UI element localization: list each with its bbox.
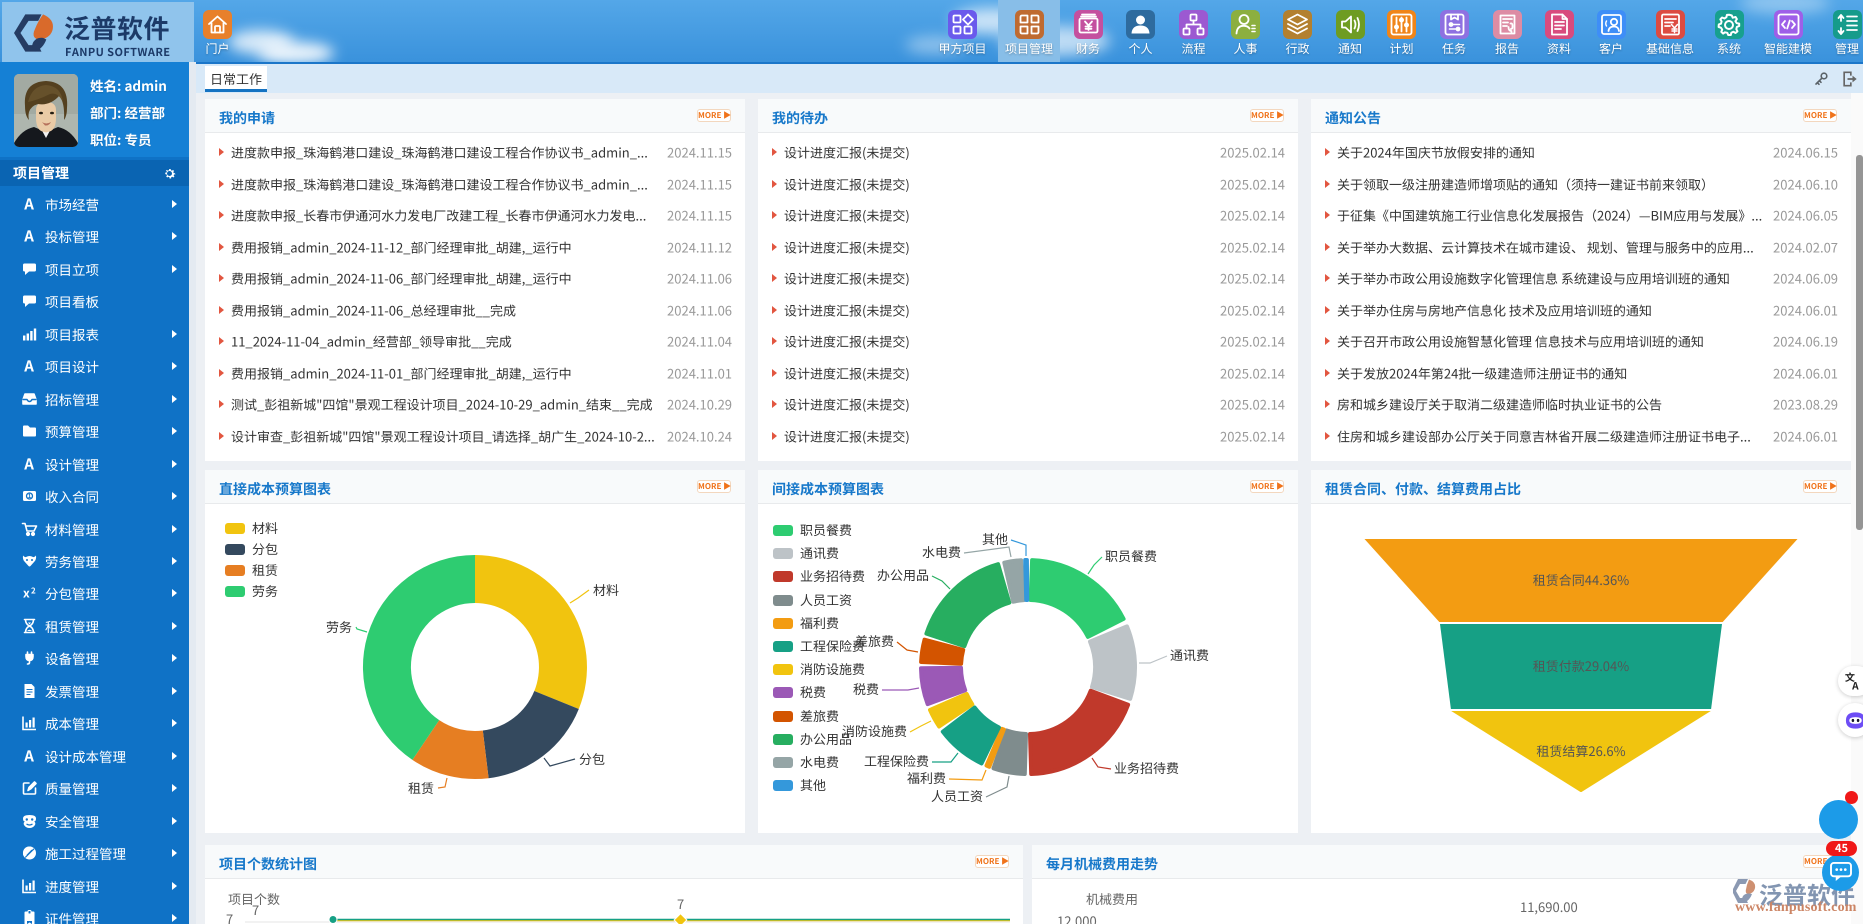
svg-text:A: A <box>1851 677 1859 692</box>
svg-text:业务招待费: 业务招待费 <box>1114 758 1179 777</box>
svg-text:租赁合同44.36%: 租赁合同44.36% <box>1533 570 1629 589</box>
svg-text:人员工资: 人员工资 <box>931 786 983 805</box>
svg-text:A: A <box>23 358 34 375</box>
svg-text:消防设施费: 消防设施费 <box>842 721 907 740</box>
svg-text:职员餐费: 职员餐费 <box>1105 546 1157 565</box>
svg-text:劳务: 劳务 <box>326 617 352 636</box>
svg-text:租赁结算26.6%: 租赁结算26.6% <box>1536 741 1625 760</box>
svg-text:福利费: 福利费 <box>907 768 946 787</box>
svg-text:A: A <box>23 455 34 472</box>
svg-text:办公用品: 办公用品 <box>877 565 929 584</box>
svg-text:1: 1 <box>28 491 32 500</box>
svg-text:2: 2 <box>31 586 36 597</box>
svg-text:其他: 其他 <box>982 529 1008 548</box>
svg-text:差旅费: 差旅费 <box>855 631 894 650</box>
svg-text:A: A <box>23 196 34 213</box>
svg-text:材料: 材料 <box>593 580 619 599</box>
svg-text:通讯费: 通讯费 <box>1170 645 1209 664</box>
svg-text:税费: 税费 <box>853 679 879 698</box>
svg-text:A: A <box>23 747 34 764</box>
svg-text:A: A <box>23 228 34 245</box>
svg-text:工程保险费: 工程保险费 <box>864 751 929 770</box>
svg-text:x: x <box>23 585 30 602</box>
svg-text:租赁: 租赁 <box>408 778 434 797</box>
svg-text:分包: 分包 <box>579 749 605 768</box>
svg-text:水电费: 水电费 <box>922 542 961 561</box>
svg-text:租赁付款29.04%: 租赁付款29.04% <box>1533 656 1629 675</box>
